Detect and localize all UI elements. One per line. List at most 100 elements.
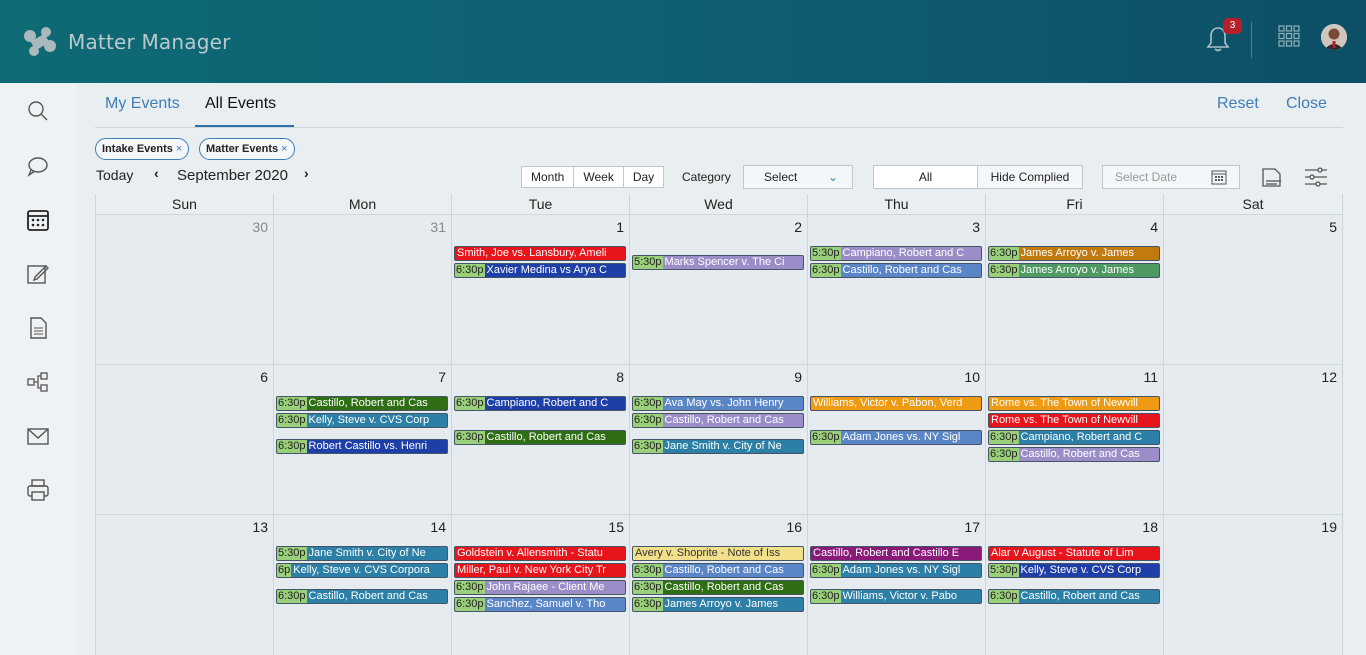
calendar-event[interactable]: 6:30p Castillo, Robert and Cas [632, 413, 804, 428]
day-cell[interactable]: 19 [1164, 515, 1343, 655]
day-number[interactable]: 16 [786, 519, 802, 535]
reset-button[interactable]: Reset [1217, 95, 1259, 113]
day-cell[interactable]: 7 6:30p Castillo, Robert and Cas 6:30p Kelly… [274, 365, 452, 515]
calendar-event[interactable]: 6:30p Campiano, Robert and C [988, 430, 1160, 445]
calendar-event[interactable]: 6:30p Castillo, Robert and Cas [632, 563, 804, 578]
avatar[interactable] [1321, 24, 1347, 50]
calendar-event[interactable]: 5:30p Marks Spencer v. The Ci [632, 254, 804, 270]
day-cell[interactable]: 18 Alar v August - Statute of Lim 5:30p Kel… [986, 515, 1164, 655]
day-number[interactable]: 19 [1321, 519, 1337, 535]
calendar-event[interactable]: 6:30p John Rajaee - Client Me [454, 580, 626, 595]
calendar-event[interactable]: 6p Kelly, Steve v. CVS Corpora [276, 563, 448, 578]
day-cell[interactable]: 9 6:30p Ava May vs. John Henry 6:30p Castill… [630, 365, 808, 515]
toggle-hide-complied-button[interactable]: Hide Complied [978, 166, 1082, 188]
search-icon[interactable] [26, 99, 50, 123]
calendar-event[interactable]: 5:30p Campiano, Robert and C [810, 246, 982, 261]
calendar-event[interactable]: 6:30p Castillo, Robert and Cas [988, 588, 1160, 604]
day-number[interactable]: 4 [1150, 219, 1158, 235]
calendar-event[interactable]: 6:30p James Arroyo v. James [632, 597, 804, 612]
day-cell[interactable]: 31 [274, 215, 452, 365]
day-number[interactable]: 3 [972, 219, 980, 235]
day-cell[interactable]: 11 Rome vs. The Town of Newvill Rome vs. T… [986, 365, 1164, 515]
edit-icon[interactable] [26, 262, 50, 286]
calendar-event[interactable]: 6:30p Ava May vs. John Henry [632, 396, 804, 411]
view-day-button[interactable]: Day [624, 167, 663, 187]
day-number[interactable]: 11 [1143, 369, 1158, 385]
view-month-button[interactable]: Month [522, 167, 575, 187]
day-number[interactable]: 15 [608, 519, 624, 535]
workflow-icon[interactable] [26, 370, 50, 394]
calendar-event[interactable]: 6:30p Kelly, Steve v. CVS Corp [276, 413, 448, 428]
day-number[interactable]: 7 [438, 369, 446, 385]
calendar-event[interactable]: Rome vs. The Town of Newvill [988, 413, 1160, 428]
day-cell[interactable]: 8 6:30p Campiano, Robert and C 6:30p Castill… [452, 365, 630, 515]
calendar-event[interactable]: 6:30p Castillo, Robert and Cas [632, 580, 804, 595]
day-cell[interactable]: 4 6:30p James Arroyo v. James 6:30p James Ar… [986, 215, 1164, 365]
day-number[interactable]: 5 [1329, 219, 1337, 235]
day-cell[interactable]: 1 Smith, Joe vs. Lansbury, Ameli 6:30p Xavi… [452, 215, 630, 365]
calendar-event[interactable]: 6:30p Adam Jones vs. NY Sigl [810, 563, 982, 578]
day-number[interactable]: 31 [430, 219, 446, 235]
calendar-event[interactable]: 6:30p Castillo, Robert and Cas [454, 430, 626, 445]
day-number[interactable]: 2 [794, 219, 802, 235]
day-number[interactable]: 17 [964, 519, 980, 535]
toggle-all-button[interactable]: All [874, 166, 978, 188]
day-number[interactable]: 14 [430, 519, 446, 535]
calendar-event[interactable]: 6:30p Jane Smith v. City of Ne [632, 438, 804, 454]
calendar-event[interactable]: 6:30p James Arroyo v. James [988, 246, 1160, 261]
calendar-event[interactable]: 6:30p Xavier Medina vs Arya C [454, 263, 626, 278]
chip-remove-icon[interactable]: × [281, 143, 287, 155]
day-cell[interactable]: 12 [1164, 365, 1343, 515]
calendar-icon[interactable] [26, 208, 50, 232]
calendar-event[interactable]: Miller, Paul v. New York City Tr [454, 563, 626, 578]
chat-icon[interactable] [26, 154, 50, 178]
day-cell[interactable]: 2 5:30p Marks Spencer v. The Ci [630, 215, 808, 365]
calendar-event[interactable]: Rome vs. The Town of Newvill [988, 396, 1160, 411]
day-number[interactable]: 8 [616, 369, 624, 385]
calendar-event[interactable]: 6:30p Castillo, Robert and Cas [276, 588, 448, 604]
export-icon[interactable] [1259, 165, 1285, 189]
day-cell[interactable]: 14 5:30p Jane Smith v. City of Ne 6p Kelly, … [274, 515, 452, 655]
calendar-event[interactable]: 6:30p Castillo, Robert and Cas [276, 396, 448, 411]
prev-month-button[interactable]: ‹ [154, 165, 159, 181]
tab-my-events[interactable]: My Events [105, 95, 180, 113]
day-cell[interactable]: 10 Williams, Victor v. Pabon, Verd 6:30p Ad… [808, 365, 986, 515]
calendar-event[interactable]: 6:30p Williams, Victor v. Pabo [810, 588, 982, 604]
day-cell[interactable]: 6 [96, 365, 274, 515]
day-number[interactable]: 30 [252, 219, 268, 235]
mail-icon[interactable] [26, 424, 50, 448]
calendar-event[interactable]: Avery v. Shoprite - Note of Iss [632, 546, 804, 561]
calendar-event[interactable]: Castillo, Robert and Castillo E [810, 546, 982, 561]
select-date-input[interactable]: Select Date [1102, 165, 1240, 189]
calendar-event[interactable]: 6:30p Castillo, Robert and Cas [810, 263, 982, 278]
calendar-event[interactable]: 6:30p Robert Castillo vs. Henri [276, 438, 448, 454]
document-icon[interactable] [26, 316, 50, 340]
day-cell[interactable]: 13 [96, 515, 274, 655]
day-number[interactable]: 12 [1321, 369, 1337, 385]
calendar-event[interactable]: 6:30p James Arroyo v. James [988, 263, 1160, 278]
calendar-event[interactable]: 6:30p Castillo, Robert and Cas [988, 447, 1160, 462]
calendar-picker-icon[interactable] [1211, 169, 1227, 185]
tab-all-events[interactable]: All Events [205, 95, 276, 113]
brand[interactable]: Matter Manager [20, 22, 231, 62]
filter-settings-icon[interactable] [1303, 165, 1329, 189]
calendar-event[interactable]: Smith, Joe vs. Lansbury, Ameli [454, 246, 626, 261]
apps-grid-icon[interactable] [1278, 25, 1300, 47]
day-cell[interactable]: 3 5:30p Campiano, Robert and C 6:30p Castill… [808, 215, 986, 365]
calendar-event[interactable]: 6:30p Campiano, Robert and C [454, 396, 626, 411]
day-number[interactable]: 6 [260, 369, 268, 385]
calendar-event[interactable]: 5:30p Kelly, Steve v. CVS Corp [988, 563, 1160, 578]
calendar-event[interactable]: 6:30p Sanchez, Samuel v. Tho [454, 597, 626, 612]
day-cell[interactable]: 15 Goldstein v. Allensmith - Statu Miller,… [452, 515, 630, 655]
day-number[interactable]: 10 [964, 369, 980, 385]
calendar-event[interactable]: Alar v August - Statute of Lim [988, 546, 1160, 561]
category-select[interactable]: Select ⌄ [743, 165, 853, 189]
day-cell[interactable]: 17 Castillo, Robert and Castillo E 6:30p Ad… [808, 515, 986, 655]
view-week-button[interactable]: Week [574, 167, 624, 187]
print-icon[interactable] [26, 478, 50, 502]
day-number[interactable]: 13 [252, 519, 268, 535]
close-button[interactable]: Close [1286, 95, 1327, 113]
today-button[interactable]: Today [96, 167, 133, 183]
day-number[interactable]: 1 [616, 219, 624, 235]
day-cell[interactable]: 16 Avery v. Shoprite - Note of Iss 6:30p Ca… [630, 515, 808, 655]
